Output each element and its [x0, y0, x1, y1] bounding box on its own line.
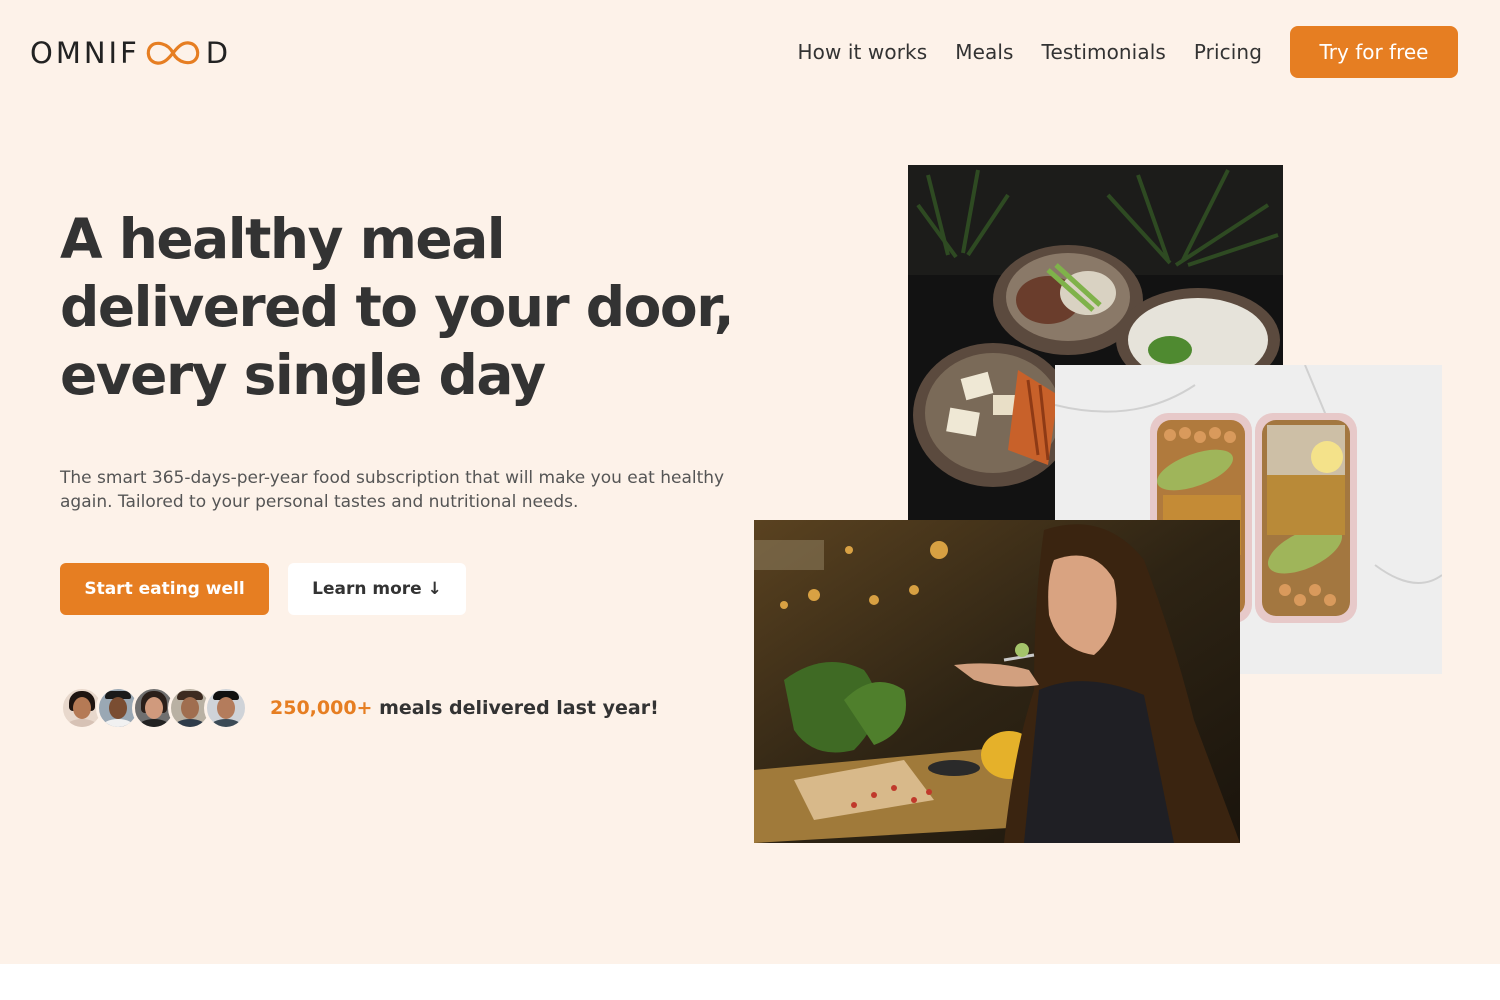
- logo[interactable]: OMNIF D: [30, 34, 231, 72]
- avatar: [204, 686, 248, 730]
- woman-eating-photo: [754, 520, 1240, 843]
- delivered-count: 250,000+: [270, 697, 373, 719]
- start-eating-well-button[interactable]: Start eating well: [60, 563, 269, 615]
- delivered-text: 250,000+ meals delivered last year!: [270, 697, 659, 719]
- nav-link-testimonials[interactable]: Testimonials: [1042, 40, 1166, 64]
- main-nav: How it works Meals Testimonials Pricing …: [769, 26, 1458, 78]
- learn-more-button[interactable]: Learn more ↓: [288, 563, 466, 615]
- hero-section: OMNIF D How it works Meals Testimonials …: [0, 0, 1500, 964]
- nav-link-how-it-works[interactable]: How it works: [797, 40, 927, 64]
- nav-link-meals[interactable]: Meals: [955, 40, 1013, 64]
- hero-description: The smart 365-days-per-year food subscri…: [60, 468, 725, 512]
- hero-title-line: A healthy meal: [60, 207, 506, 271]
- logo-text-end: D: [205, 36, 232, 70]
- hero-title: A healthy meal delivered to your door, e…: [60, 205, 780, 409]
- hero-title-line: delivered to your door,: [60, 275, 735, 339]
- delivered-label: meals delivered last year!: [372, 697, 659, 719]
- logo-text-start: OMNIF: [30, 36, 140, 70]
- infinity-oo-icon: [142, 38, 204, 68]
- delivered-meals: 250,000+ meals delivered last year!: [60, 686, 659, 730]
- nav-link-pricing[interactable]: Pricing: [1194, 40, 1262, 64]
- hero-title-line: every single day: [60, 343, 546, 407]
- try-for-free-button[interactable]: Try for free: [1290, 26, 1458, 78]
- customer-avatars: [60, 686, 248, 730]
